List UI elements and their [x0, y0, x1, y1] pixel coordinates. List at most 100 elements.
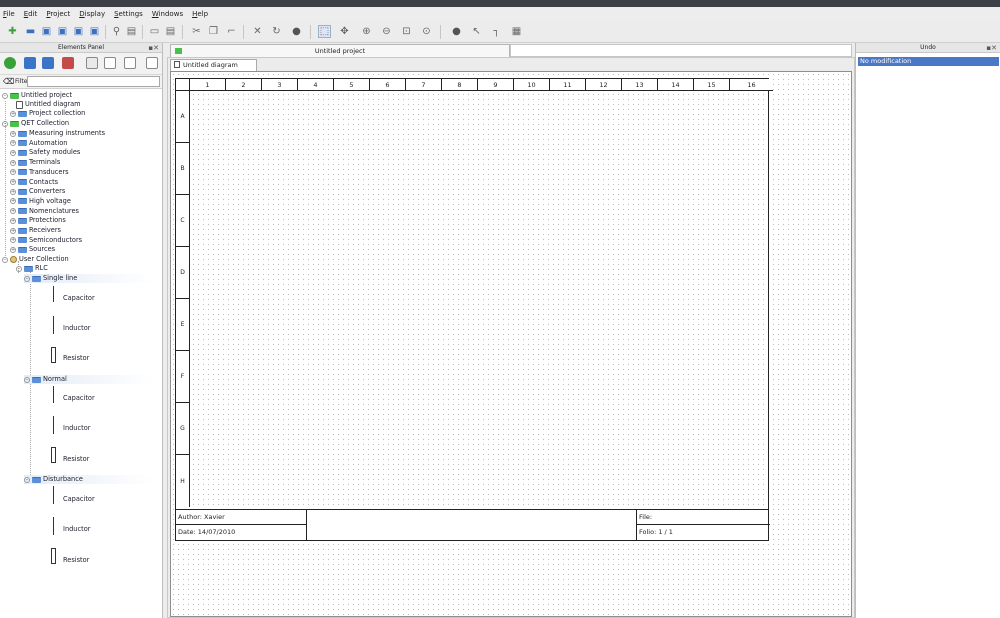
reload-icon[interactable] — [4, 57, 16, 69]
add-conductor-icon[interactable]: ↖ — [470, 25, 483, 38]
undo-list-item[interactable]: No modification — [858, 57, 999, 66]
tree-element-inductor[interactable]: Inductor — [63, 525, 90, 534]
tree-category[interactable]: + Safety modules — [10, 148, 80, 157]
elements-toolbar — [0, 53, 162, 75]
filter-clear-icon[interactable]: ⌫ — [3, 77, 14, 86]
dock-float-icon[interactable]: ▪✕ — [986, 43, 997, 53]
remove-diagram-icon[interactable]: ▤ — [125, 25, 138, 38]
undo-panel: Undo ▪✕ No modification — [855, 43, 1000, 618]
inductor-symbol-icon — [53, 517, 54, 535]
add-diagram-icon[interactable]: ⚲ — [110, 25, 123, 38]
elements-panel: Elements Panel ▪✕ ⌫ Filter: – Untitled pr… — [0, 43, 163, 618]
tree-category[interactable]: + High voltage — [10, 197, 71, 206]
tab-untitled-diagram[interactable]: Untitled diagram — [170, 59, 257, 71]
new-element-icon[interactable] — [86, 57, 98, 69]
open-element-icon[interactable] — [104, 57, 116, 69]
paste-icon[interactable]: ⌐ — [225, 25, 238, 38]
column-header: 8 — [442, 79, 478, 91]
zoom-reset-icon[interactable]: ⊙ — [420, 25, 433, 38]
filter-input[interactable] — [27, 76, 160, 87]
tree-category[interactable]: + Protections — [10, 216, 66, 225]
export-icon[interactable]: ▭ — [148, 25, 161, 38]
diagram-icon — [174, 61, 180, 68]
tree-user-collection[interactable]: – User Collection — [2, 255, 69, 264]
edit-category-icon[interactable] — [42, 57, 54, 69]
column-header: 10 — [514, 79, 550, 91]
menu-project[interactable]: Project — [46, 10, 70, 18]
tree-element-capacitor[interactable]: Capacitor — [63, 394, 95, 403]
menu-help[interactable]: Help — [192, 10, 208, 18]
title-block-title — [307, 510, 637, 541]
dock-float-icon[interactable]: ▪✕ — [148, 43, 159, 53]
tree-rlc[interactable]: – RLC — [16, 264, 48, 273]
grid-icon[interactable]: ▦ — [510, 25, 523, 38]
copy-icon[interactable]: ❐ — [207, 25, 220, 38]
elements-tree: – Untitled project Untitled diagram + Proj… — [0, 89, 162, 616]
new-category-icon[interactable] — [24, 57, 36, 69]
tree-category[interactable]: + Measuring instruments — [10, 129, 105, 138]
print-icon[interactable]: ▤ — [164, 25, 177, 38]
tree-element-inductor[interactable]: Inductor — [63, 324, 90, 333]
title-block-file: File: — [637, 510, 770, 525]
undo-panel-title: Undo — [920, 44, 936, 51]
tree-group-disturbance[interactable]: – Disturbance — [24, 475, 83, 484]
tree-category[interactable]: + Semiconductors — [10, 236, 82, 245]
edit-element-icon[interactable] — [124, 57, 136, 69]
title-block: Author: Xavier Date: 14/07/2010 File: Fo… — [175, 510, 770, 541]
zoom-out-icon[interactable]: ⊖ — [380, 25, 393, 38]
zoom-in-icon[interactable]: ⊕ — [360, 25, 373, 38]
tree-element-inductor[interactable]: Inductor — [63, 424, 90, 433]
tree-category[interactable]: + Receivers — [10, 226, 61, 235]
properties-icon[interactable]: ● — [290, 25, 303, 38]
column-header: 9 — [478, 79, 514, 91]
open-icon[interactable]: ▬ — [24, 25, 37, 38]
capacitor-symbol-icon — [53, 386, 54, 403]
info-icon[interactable]: ● — [450, 25, 463, 38]
tree-element-resistor[interactable]: Resistor — [63, 556, 89, 565]
tree-category[interactable]: + Terminals — [10, 158, 60, 167]
tree-category[interactable]: + Automation — [10, 139, 67, 148]
selection-mode-icon[interactable]: ⬚ — [318, 25, 331, 38]
diagram-canvas[interactable]: 1 2 3 4 5 6 7 8 9 10 11 12 13 14 15 16 A… — [170, 71, 852, 617]
title-block-date: Date: 14/07/2010 — [176, 525, 307, 541]
save-icon[interactable]: ▣ — [40, 25, 53, 38]
move-mode-icon[interactable]: ✥ — [338, 25, 351, 38]
conductor-path-icon[interactable]: ┐ — [490, 25, 503, 38]
tree-qet-collection[interactable]: – QET Collection — [2, 119, 69, 128]
tree-category[interactable]: + Sources — [10, 245, 55, 254]
tree-project[interactable]: – Untitled project — [2, 91, 72, 100]
tab-bar-empty-area — [510, 44, 852, 57]
column-header: 15 — [694, 79, 730, 91]
tree-category[interactable]: + Converters — [10, 187, 65, 196]
tree-element-resistor[interactable]: Resistor — [63, 354, 89, 363]
tab-untitled-project[interactable]: Untitled project — [170, 44, 510, 57]
delete-element-icon[interactable] — [146, 57, 158, 69]
delete-category-icon[interactable] — [62, 57, 74, 69]
tree-element-capacitor[interactable]: Capacitor — [63, 495, 95, 504]
menu-edit[interactable]: Edit — [24, 10, 38, 18]
save-all-icon[interactable]: ▣ — [72, 25, 85, 38]
menu-display[interactable]: Display — [79, 10, 105, 18]
tree-group-single-line[interactable]: – Single line — [24, 274, 77, 283]
rotate-icon[interactable]: ↻ — [270, 25, 283, 38]
new-project-icon[interactable]: ✚ — [6, 25, 19, 38]
menu-settings[interactable]: Settings — [114, 10, 143, 18]
tree-category[interactable]: + Nomenclatures — [10, 207, 79, 216]
column-header: 1 — [190, 79, 226, 91]
save-as-icon[interactable]: ▣ — [56, 25, 69, 38]
tree-project-collection[interactable]: + Project collection — [10, 109, 85, 118]
close-project-icon[interactable]: ▣ — [88, 25, 101, 38]
zoom-fit-icon[interactable]: ⊡ — [400, 25, 413, 38]
tree-diagram[interactable]: Untitled diagram — [16, 100, 81, 109]
delete-icon[interactable]: ✕ — [251, 25, 264, 38]
column-header: 11 — [550, 79, 586, 91]
tree-group-normal[interactable]: – Normal — [24, 375, 67, 384]
cut-icon[interactable]: ✂ — [190, 25, 203, 38]
menu-file[interactable]: File — [3, 10, 15, 18]
tree-category[interactable]: + Transducers — [10, 168, 69, 177]
window-titlebar — [0, 0, 1000, 7]
tree-category[interactable]: + Contacts — [10, 178, 58, 187]
tree-element-capacitor[interactable]: Capacitor — [63, 294, 95, 303]
tree-element-resistor[interactable]: Resistor — [63, 455, 89, 464]
menu-windows[interactable]: Windows — [152, 10, 183, 18]
